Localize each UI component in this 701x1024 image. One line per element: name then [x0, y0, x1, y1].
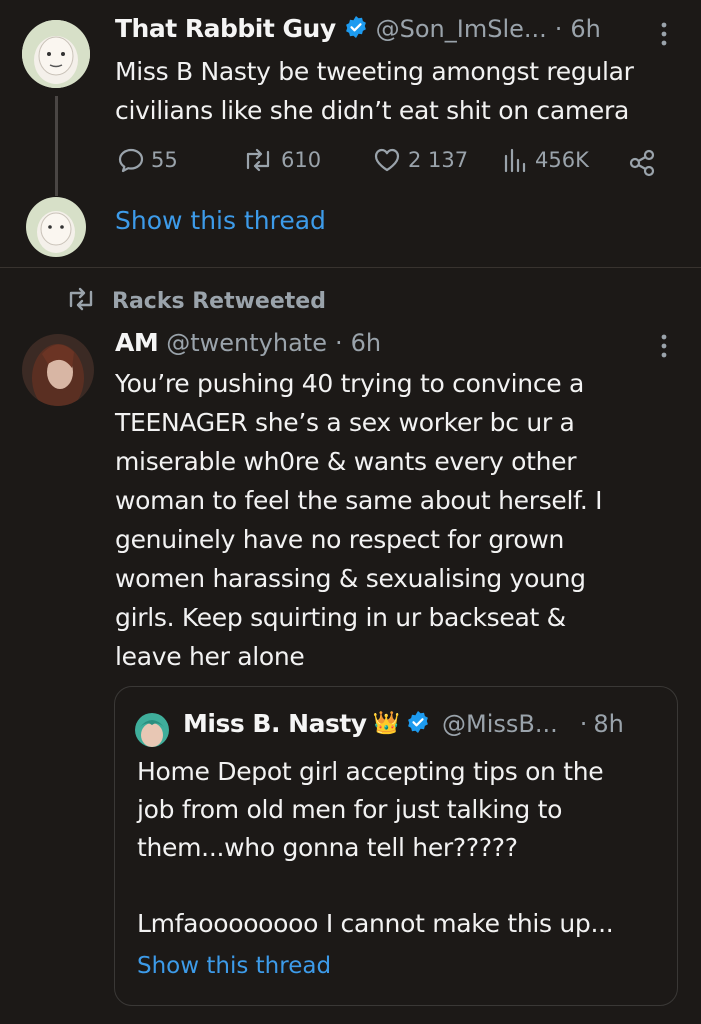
retweet-banner-label: Racks Retweeted	[112, 288, 326, 314]
share-icon[interactable]	[627, 148, 657, 182]
quoted-header: Miss B. Nasty 👑 @MissB... · 8h	[183, 709, 624, 738]
handle[interactable]: @MissB...	[442, 710, 558, 738]
verified-badge-icon	[406, 710, 430, 738]
tweet2-header: AM @twentyhate · 6h	[115, 328, 381, 357]
text-line: leave her alone	[115, 642, 305, 671]
quoted-tweet-card[interactable]: Miss B. Nasty 👑 @MissB... · 8h Home Depo…	[114, 686, 678, 1006]
display-name[interactable]: Miss B. Nasty	[183, 709, 367, 738]
reply-icon	[117, 146, 145, 174]
show-thread-link[interactable]: Show this thread	[137, 953, 331, 979]
views-button[interactable]: 456K	[501, 146, 589, 174]
avatar-miss-b-nasty[interactable]	[135, 713, 169, 747]
view-count: 456K	[535, 148, 589, 172]
separator: ·	[554, 14, 563, 43]
tweet1-text: Miss B Nasty be tweeting amongst regular…	[115, 52, 695, 130]
text-line: genuinely have no respect for grown	[115, 525, 565, 554]
retweet-count: 610	[281, 148, 322, 172]
divider	[0, 267, 701, 268]
more-options-icon[interactable]	[657, 332, 671, 360]
verified-badge-icon	[344, 15, 368, 43]
crown-icon: 👑	[372, 711, 400, 736]
text-line: Home Depot girl accepting tips on the	[137, 757, 604, 786]
heart-icon	[372, 146, 402, 174]
text-line	[137, 867, 667, 905]
separator: ·	[334, 328, 343, 357]
text-line: women harassing & sexualising young	[115, 564, 586, 593]
display-name[interactable]: That Rabbit Guy	[115, 14, 336, 43]
reply-button[interactable]: 55	[117, 146, 178, 174]
tweet1-header: That Rabbit Guy @Son_ImSle... · 6h	[115, 14, 601, 43]
display-name[interactable]: AM	[115, 328, 159, 357]
separator: ·	[579, 709, 588, 738]
retweet-button[interactable]: 610	[241, 146, 321, 174]
timestamp[interactable]: 6h	[570, 15, 600, 43]
more-options-icon[interactable]	[657, 20, 671, 48]
retweet-banner[interactable]: Racks Retweeted	[64, 286, 326, 316]
text-line: Lmfaoooooooo I cannot make this up...	[137, 909, 614, 938]
text-line: miserable wh0re & wants every other	[115, 447, 577, 476]
retweet-icon	[64, 286, 98, 316]
like-count: 2 137	[408, 148, 469, 172]
avatar-am[interactable]	[22, 334, 94, 406]
retweet-icon	[241, 146, 275, 174]
tweet2-text: You’re pushing 40 trying to convince a T…	[115, 364, 695, 676]
handle[interactable]: @twentyhate	[166, 329, 327, 357]
reply-count: 55	[151, 148, 178, 172]
like-button[interactable]: 2 137	[372, 146, 468, 174]
text-line: girls. Keep squirting in ur backseat &	[115, 603, 566, 632]
thread-line	[55, 96, 58, 196]
text-line: them...who gonna tell her?????	[137, 833, 518, 862]
text-line: You’re pushing 40 trying to convince a	[115, 369, 585, 398]
text-line: Miss B Nasty be tweeting amongst regular	[115, 57, 634, 86]
handle[interactable]: @Son_ImSle...	[376, 15, 547, 43]
text-line: woman to feel the same about herself. I	[115, 486, 603, 515]
tweet1-actions: 55 610 2 137 456K	[117, 146, 662, 180]
quoted-text: Home Depot girl accepting tips on the jo…	[137, 753, 667, 943]
timestamp[interactable]: 6h	[351, 329, 381, 357]
text-line: TEENAGER she’s a sex worker bc ur a	[115, 408, 575, 437]
avatar-that-rabbit-guy[interactable]	[22, 20, 90, 88]
text-line: job from old men for just talking to	[137, 795, 563, 824]
analytics-icon	[501, 146, 529, 174]
avatar-that-rabbit-guy-small[interactable]	[26, 197, 86, 257]
timestamp[interactable]: 8h	[593, 710, 623, 738]
text-line: civilians like she didn’t eat shit on ca…	[115, 96, 629, 125]
show-thread-link[interactable]: Show this thread	[115, 206, 326, 235]
